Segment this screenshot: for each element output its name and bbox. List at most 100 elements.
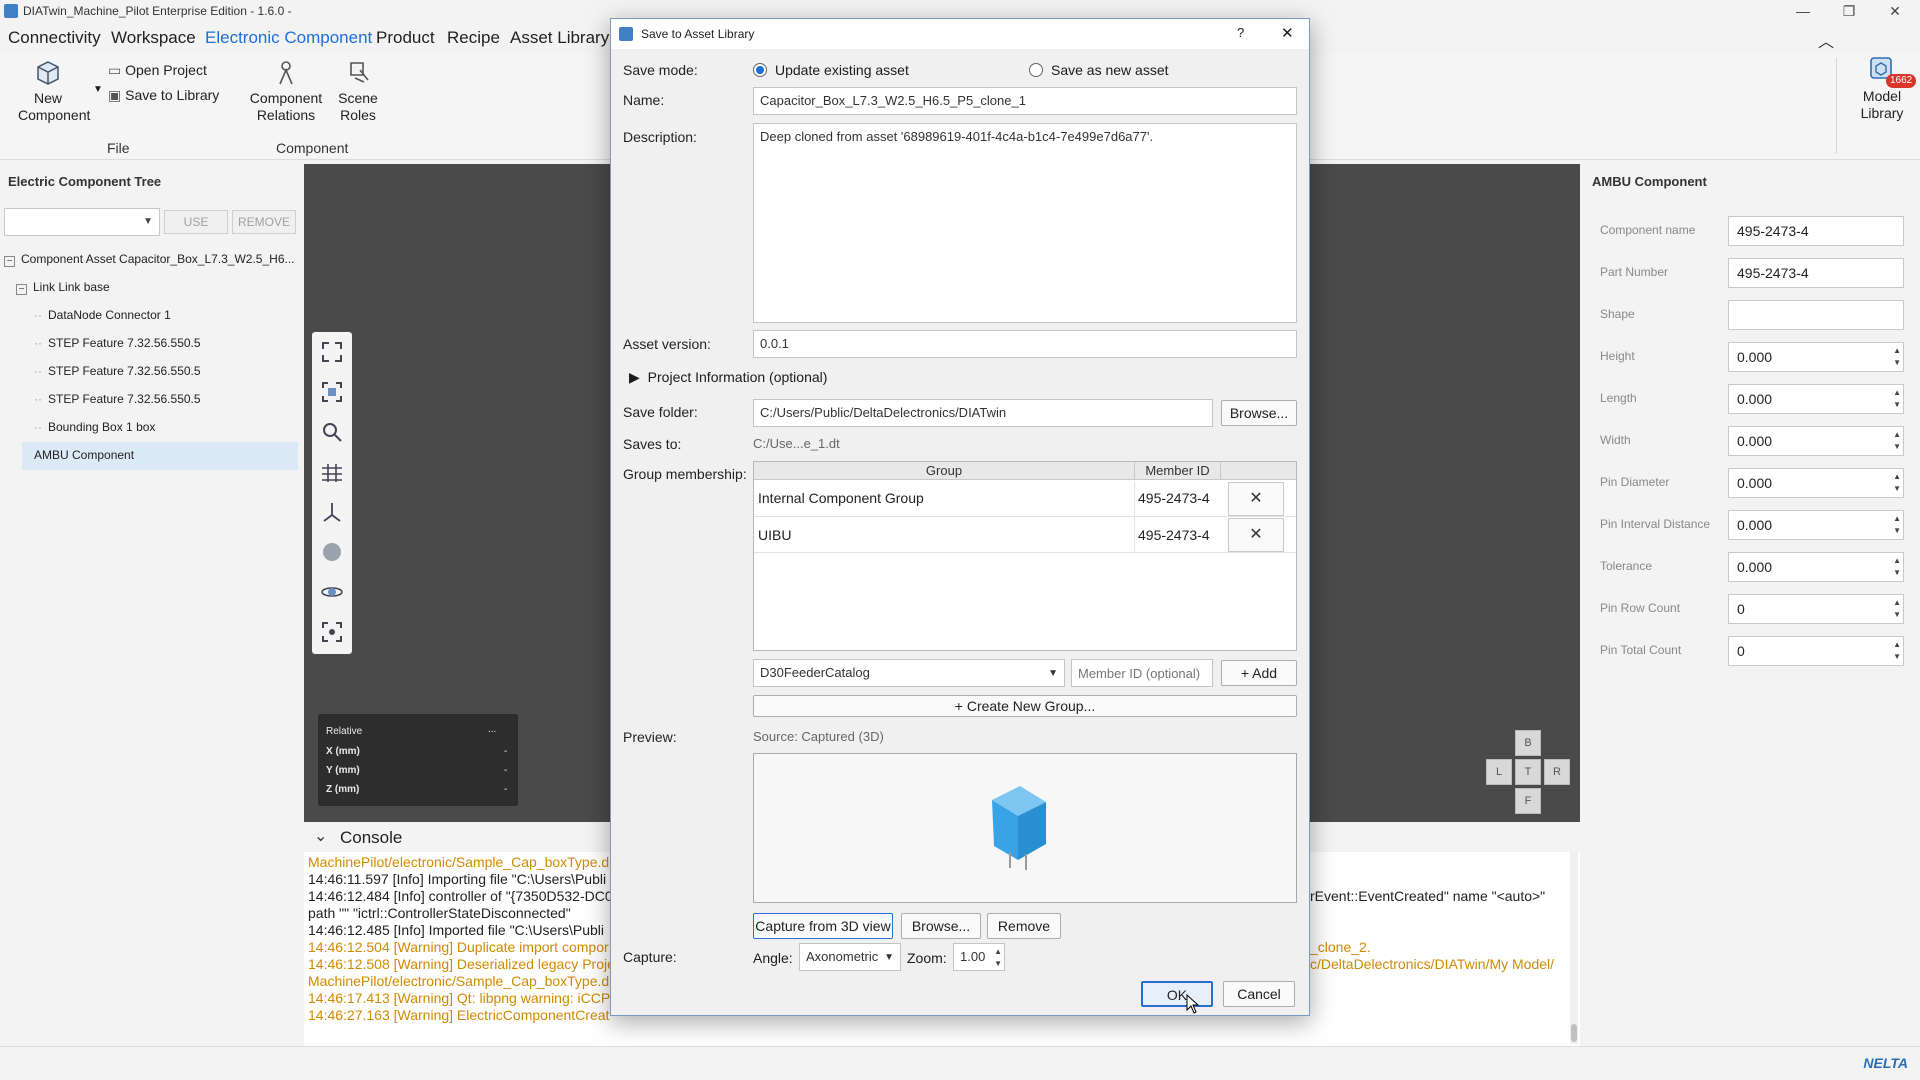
navcube-left[interactable]: L xyxy=(1486,759,1512,785)
spin-arrows-icon[interactable]: ▲ ▼ xyxy=(1893,513,1901,537)
pin-row-count-spinbox[interactable]: 0 ▲ ▼ xyxy=(1728,594,1904,624)
collapse-icon[interactable]: − xyxy=(16,284,27,295)
navcube-right[interactable]: R xyxy=(1544,759,1570,785)
save-new-radio[interactable] xyxy=(1029,63,1043,77)
tree-item-step-2[interactable]: ·· STEP Feature 7.32.56.550.5 xyxy=(34,364,201,378)
dropdown-arrow-icon[interactable]: ▼ xyxy=(93,84,103,95)
menu-connectivity[interactable]: Connectivity xyxy=(8,28,101,48)
menu-product[interactable]: Product xyxy=(376,28,435,48)
save-to-library-button[interactable]: ▣ Save to Library xyxy=(108,87,219,104)
menu-asset-library[interactable]: Asset Library xyxy=(510,28,609,48)
remove-image-button[interactable]: Remove xyxy=(987,913,1061,939)
orbit-icon[interactable] xyxy=(320,580,344,604)
angle-select[interactable]: Axonometric ▼ xyxy=(799,943,901,971)
part-number-field[interactable]: 495-2473-4 xyxy=(1728,258,1904,288)
tree-item-datanode[interactable]: ·· DataNode Connector 1 xyxy=(34,308,171,322)
menu-electronic-component[interactable]: Electronic Component xyxy=(205,28,372,48)
tree-item-bounding-box[interactable]: ·· Bounding Box 1 box xyxy=(34,420,155,434)
coords-menu[interactable]: ... xyxy=(488,724,496,735)
open-project-button[interactable]: ▭ Open Project xyxy=(108,62,207,79)
navcube-top[interactable]: T xyxy=(1515,759,1541,785)
remove-button[interactable]: REMOVE xyxy=(232,210,296,234)
navigation-cube[interactable]: B L T R F xyxy=(1486,730,1570,814)
browse-folder-button[interactable]: Browse... xyxy=(1221,400,1297,426)
length-spinbox[interactable]: 0.000 ▲ ▼ xyxy=(1728,384,1904,414)
capture-3d-button[interactable]: Capture from 3D view xyxy=(753,913,893,939)
name-input[interactable]: Capacitor_Box_L7.3_W2.5_H6.5_P5_clone_1 xyxy=(753,87,1297,115)
preview-label: Preview: xyxy=(623,729,677,745)
spin-arrows-icon[interactable]: ▲ ▼ xyxy=(1893,639,1901,663)
use-button[interactable]: USE xyxy=(164,210,228,234)
navcube-back[interactable]: B xyxy=(1515,730,1541,756)
asset-version-input[interactable]: 0.0.1 xyxy=(753,330,1297,358)
fit-all-icon[interactable] xyxy=(320,340,344,364)
height-spinbox[interactable]: 0.000 ▲ ▼ xyxy=(1728,342,1904,372)
project-info-toggle[interactable]: ▶ Project Information (optional) xyxy=(629,369,827,386)
pin-diameter-spinbox[interactable]: 0.000 ▲ ▼ xyxy=(1728,468,1904,498)
group-select[interactable]: D30FeederCatalog ▼ xyxy=(753,659,1065,687)
focus-icon[interactable] xyxy=(320,620,344,644)
spin-arrows-icon[interactable]: ▲ ▼ xyxy=(1893,345,1901,369)
tree-item-component-asset[interactable]: − Component Asset Capacitor_Box_L7.3_W2.5… xyxy=(4,252,295,267)
console-scrollbar[interactable] xyxy=(1570,852,1578,1044)
folder-icon: ▭ xyxy=(108,62,122,78)
pin-total-count-spinbox[interactable]: 0 ▲ ▼ xyxy=(1728,636,1904,666)
zoom-icon[interactable] xyxy=(320,420,344,444)
tree-item-link[interactable]: − Link Link base xyxy=(16,280,110,295)
spin-arrows-icon[interactable]: ▲ ▼ xyxy=(994,946,1002,970)
component-tree-panel: Electric Component Tree xyxy=(0,164,300,1046)
collapse-ribbon-icon[interactable]: ︿ xyxy=(1818,28,1834,52)
menu-recipe[interactable]: Recipe xyxy=(447,28,500,48)
close-dialog-button[interactable]: ✕ xyxy=(1281,24,1294,42)
spin-arrows-icon[interactable]: ▲ ▼ xyxy=(1893,555,1901,579)
tree-filter-combo[interactable]: ▼ xyxy=(4,208,160,236)
axes-icon[interactable] xyxy=(320,500,344,524)
zoom-spinbox[interactable]: 1.00 ▲ ▼ xyxy=(953,943,1005,971)
spin-arrows-icon[interactable]: ▲ ▼ xyxy=(1893,471,1901,495)
spin-arrows-icon[interactable]: ▲ ▼ xyxy=(1893,387,1901,411)
tolerance-spinbox[interactable]: 0.000 ▲ ▼ xyxy=(1728,552,1904,582)
chevron-down-icon[interactable]: ⌄ xyxy=(314,826,327,846)
remove-group-button[interactable]: ✕ xyxy=(1228,518,1284,552)
component-name-field[interactable]: 495-2473-4 xyxy=(1728,216,1904,246)
spin-arrows-icon[interactable]: ▲ ▼ xyxy=(1893,429,1901,453)
minimize-icon[interactable]: — xyxy=(1780,0,1826,22)
pin-interval-spinbox[interactable]: 0.000 ▲ ▼ xyxy=(1728,510,1904,540)
close-icon[interactable]: ✕ xyxy=(1872,0,1918,22)
tree-item-step-1[interactable]: ·· STEP Feature 7.32.56.550.5 xyxy=(34,336,201,350)
save-folder-input[interactable]: C:/Users/Public/DeltaDelectronics/DIATwi… xyxy=(753,399,1213,427)
console-title: Console xyxy=(340,828,403,847)
shading-icon[interactable] xyxy=(320,540,344,564)
fit-selection-icon[interactable] xyxy=(320,380,344,404)
scene-roles-button[interactable]: Scene Roles xyxy=(334,60,382,124)
save-new-label[interactable]: Save as new asset xyxy=(1051,62,1169,78)
collapse-icon[interactable]: − xyxy=(4,256,15,267)
spin-arrows-icon[interactable]: ▲ ▼ xyxy=(1893,597,1901,621)
update-existing-radio[interactable] xyxy=(753,63,767,77)
new-component-button[interactable]: New Component xyxy=(8,60,90,124)
remove-group-button[interactable]: ✕ xyxy=(1228,482,1284,516)
tree-item-step-3[interactable]: ·· STEP Feature 7.32.56.550.5 xyxy=(34,392,201,406)
create-new-group-button[interactable]: + Create New Group... xyxy=(753,695,1297,717)
status-bar: NELTA xyxy=(0,1046,1920,1080)
tree-item-label: Component Asset Capacitor_Box_L7.3_W2.5_… xyxy=(21,252,295,266)
width-spinbox[interactable]: 0.000 ▲ ▼ xyxy=(1728,426,1904,456)
model-library-button[interactable]: 1662 Model Library xyxy=(1850,54,1917,122)
update-existing-label[interactable]: Update existing asset xyxy=(775,62,909,78)
menu-workspace[interactable]: Workspace xyxy=(111,28,196,48)
ok-button[interactable]: OK xyxy=(1141,981,1213,1007)
description-textarea[interactable]: Deep cloned from asset '68989619-401f-4c… xyxy=(753,123,1297,323)
member-id-input[interactable] xyxy=(1071,659,1213,687)
navcube-front[interactable]: F xyxy=(1515,788,1541,814)
browse-image-button[interactable]: Browse... xyxy=(901,913,981,939)
dialog-title: Save to Asset Library xyxy=(641,27,755,41)
shape-field[interactable] xyxy=(1728,300,1904,330)
help-button[interactable]: ? xyxy=(1237,25,1244,40)
component-relations-button[interactable]: Component Relations xyxy=(244,60,328,124)
cancel-button[interactable]: Cancel xyxy=(1223,981,1295,1007)
console-line: 14:46:11.597 [Info] Importing file "C:\U… xyxy=(308,871,607,887)
grid-icon[interactable] xyxy=(320,460,344,484)
add-group-button[interactable]: + Add xyxy=(1221,660,1297,686)
restore-icon[interactable]: ❐ xyxy=(1826,0,1872,22)
tree-item-ambu-component[interactable]: AMBU Component xyxy=(22,442,298,470)
